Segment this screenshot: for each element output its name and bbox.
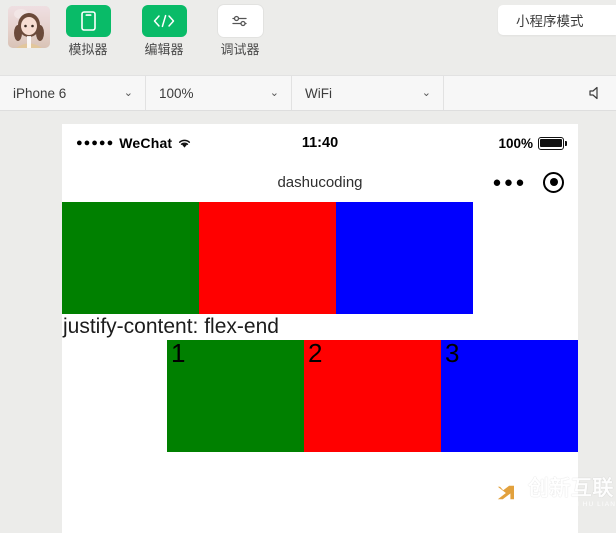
mini-program-mode-button[interactable]: 小程序模式 xyxy=(498,5,616,35)
device-select[interactable]: iPhone 6 ⌄ xyxy=(0,76,146,110)
row-flex-start xyxy=(62,202,578,314)
status-bar-right: 100% xyxy=(498,135,567,151)
phone-status-bar: ●●●●● WeChat 11:40 100% xyxy=(62,124,578,162)
simulator-button[interactable] xyxy=(65,5,111,37)
flex-caption: justify-content: flex-end xyxy=(63,315,279,338)
tool-simulator-label: 模拟器 xyxy=(68,42,108,57)
weixin-devtools-window: 模拟器 编辑器 调试器 小程序模式 iPhone 6 ⌄ 100% ⌄ WiFi… xyxy=(0,0,616,533)
code-brackets-icon xyxy=(153,14,175,28)
simulator-stage: ●●●●● WeChat 11:40 100% dashucoding ●●● … xyxy=(0,111,616,533)
wifi-icon xyxy=(179,139,191,148)
chevron-down-icon: ⌄ xyxy=(421,86,431,99)
tool-editor-label: 编辑器 xyxy=(144,42,184,57)
flex-box-green: 1 xyxy=(167,340,304,452)
settings-bar-right xyxy=(444,76,616,110)
flex-box-label: 3 xyxy=(445,338,460,368)
flex-box-blue xyxy=(336,202,473,314)
network-select[interactable]: WiFi ⌄ xyxy=(292,76,444,110)
tool-debugger-label: 调试器 xyxy=(220,42,260,57)
network-select-value: WiFi xyxy=(305,85,332,101)
zoom-select-value: 100% xyxy=(159,85,194,101)
phone-frame: ●●●●● WeChat 11:40 100% dashucoding ●●● … xyxy=(62,124,578,533)
target-circle-icon[interactable] xyxy=(543,171,564,193)
top-toolbar: 模拟器 编辑器 调试器 小程序模式 xyxy=(0,0,616,75)
user-avatar[interactable] xyxy=(8,6,50,48)
chevron-down-icon: ⌄ xyxy=(123,86,133,99)
phone-nav-bar: dashucoding ●●● xyxy=(62,162,578,202)
device-select-value: iPhone 6 xyxy=(13,85,67,101)
speaker-icon[interactable] xyxy=(588,85,604,101)
tool-simulator[interactable]: 模拟器 xyxy=(50,0,126,58)
debugger-button[interactable] xyxy=(217,5,263,37)
more-dots-icon[interactable]: ●●● xyxy=(492,175,527,190)
mini-program-mode-label: 小程序模式 xyxy=(516,14,584,29)
simulator-settings-bar: iPhone 6 ⌄ 100% ⌄ WiFi ⌄ xyxy=(0,75,616,111)
row-flex-end: 1 2 3 xyxy=(62,340,578,452)
flex-box-blue: 3 xyxy=(441,340,578,452)
flex-box-green xyxy=(62,202,199,314)
chevron-down-icon: ⌄ xyxy=(269,86,279,99)
status-bar-left: ●●●●● WeChat xyxy=(76,135,192,151)
editor-button[interactable] xyxy=(141,5,187,37)
battery-percent-label: 100% xyxy=(498,135,533,151)
zoom-select[interactable]: 100% ⌄ xyxy=(146,76,292,110)
phone-outline-icon xyxy=(80,11,96,31)
capsule-buttons: ●●● xyxy=(492,171,564,193)
avatar-image xyxy=(8,6,50,48)
tool-editor[interactable]: 编辑器 xyxy=(126,0,202,58)
signal-dots-icon: ●●●●● xyxy=(76,137,115,149)
flex-box-label: 2 xyxy=(308,338,323,368)
tool-debugger[interactable]: 调试器 xyxy=(202,0,278,58)
sliders-icon xyxy=(232,15,247,27)
carrier-label: WeChat xyxy=(119,135,173,151)
flex-box-red xyxy=(199,202,336,314)
flex-box-label: 1 xyxy=(171,338,186,368)
battery-full-icon xyxy=(538,136,567,150)
flex-box-red: 2 xyxy=(304,340,441,452)
